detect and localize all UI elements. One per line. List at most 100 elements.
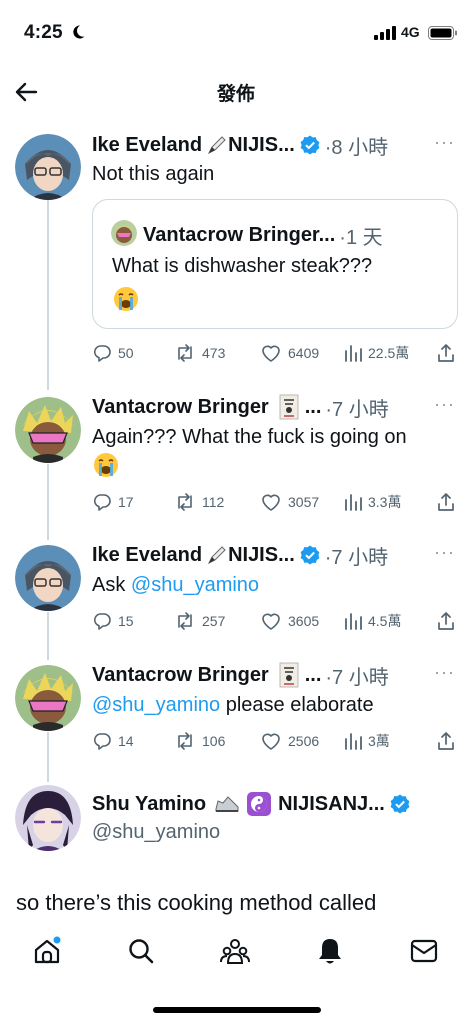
like-button[interactable]: 2506	[260, 731, 344, 751]
like-button[interactable]: 6409	[260, 343, 344, 363]
views-button[interactable]: 3.3萬	[344, 492, 436, 512]
share-icon	[438, 732, 454, 750]
retweet-icon	[178, 732, 192, 750]
reply-count: 15	[118, 613, 134, 629]
like-button[interactable]: 3057	[260, 492, 344, 512]
author-name[interactable]: Ike Eveland	[92, 544, 202, 567]
like-button[interactable]: 3605	[260, 611, 344, 631]
avatar[interactable]	[15, 397, 81, 463]
tweet-text-prefix: Ask	[92, 574, 131, 596]
avatar[interactable]	[15, 545, 81, 611]
reply-button[interactable]: 15	[92, 611, 174, 631]
reply-icon	[93, 345, 111, 362]
retweet-count: 112	[202, 494, 225, 510]
like-count: 6409	[288, 345, 320, 361]
share-icon	[438, 612, 454, 630]
share-button[interactable]	[436, 492, 462, 512]
author-name[interactable]: Vantacrow Bringer	[92, 396, 269, 419]
pen-emoji-icon	[206, 544, 228, 566]
tweet-time: ·7 小時	[325, 398, 389, 421]
quote-time: ·1 天	[339, 227, 383, 249]
signal-icon	[374, 26, 396, 45]
messages-tab[interactable]	[408, 935, 440, 967]
thread-connector	[47, 612, 49, 660]
tweet-text: Ask @shu_yamino	[92, 570, 259, 600]
verified-badge-icon	[389, 793, 411, 815]
more-dots-icon[interactable]: ···	[434, 662, 455, 683]
view-count: 3.3萬	[368, 494, 402, 510]
avatar[interactable]	[15, 134, 81, 200]
home-icon	[34, 936, 61, 964]
communities-tab[interactable]	[219, 935, 251, 967]
moon-icon	[70, 24, 86, 45]
tweet-time: ·7 小時	[324, 546, 389, 569]
thread-connector	[47, 464, 49, 540]
author-name-suffix: ...	[304, 395, 322, 418]
heart-icon	[262, 733, 280, 750]
retweet-button[interactable]: 106	[174, 731, 260, 751]
thread-connector	[47, 200, 49, 390]
main-post-text: so there’s this cooking method called	[16, 890, 377, 915]
share-button[interactable]	[436, 343, 462, 363]
reply-icon	[93, 733, 111, 750]
network-type: 4G	[401, 24, 420, 40]
tweet-text: Not this again	[92, 163, 215, 185]
retweet-button[interactable]: 112	[174, 492, 260, 512]
view-count: 22.5萬	[368, 345, 410, 361]
status-time: 4:25	[24, 22, 63, 43]
mention-link[interactable]: @shu_yamino	[92, 694, 220, 716]
views-button[interactable]: 22.5萬	[344, 343, 436, 363]
author-name-suffix: NIJIS...	[228, 543, 295, 566]
author-name[interactable]: Vantacrow Bringer	[92, 664, 269, 687]
reply-icon	[93, 494, 111, 511]
tweet-actions: 14 106 2506 3萬	[92, 728, 462, 754]
more-dots-icon[interactable]: ···	[434, 542, 455, 563]
thread-connector	[47, 732, 49, 782]
communities-icon	[220, 939, 250, 964]
retweet-button[interactable]: 257	[174, 611, 260, 631]
more-dots-icon[interactable]: ···	[434, 394, 455, 415]
like-count: 3605	[288, 613, 320, 629]
heart-icon	[262, 494, 280, 511]
tweet-header: Ike Eveland NIJIS... ·8 小時	[92, 132, 389, 159]
quoted-tweet[interactable]: Vantacrow Bringer... ·1 天 What is dishwa…	[92, 199, 458, 329]
reply-button[interactable]: 17	[92, 492, 174, 512]
sticker-emoji-icon	[277, 394, 301, 420]
crying-emoji-icon	[93, 452, 119, 483]
author-handle[interactable]: @shu_yamino	[92, 817, 220, 847]
avatar[interactable]	[15, 665, 81, 731]
tweet-actions: 17 112 3057 3.3萬	[92, 489, 462, 515]
verified-badge-icon	[299, 544, 321, 566]
notifications-tab[interactable]	[314, 935, 346, 967]
mail-icon	[410, 939, 438, 963]
reply-count: 17	[118, 494, 134, 510]
reply-count: 50	[118, 345, 134, 361]
avatar[interactable]	[15, 785, 81, 851]
retweet-count: 473	[202, 345, 226, 361]
retweet-icon	[178, 612, 192, 630]
author-name[interactable]: Shu Yamino	[92, 793, 206, 816]
tweet-actions: 50 473 6409 22.5萬	[92, 340, 462, 366]
share-button[interactable]	[436, 611, 462, 631]
view-count: 4.5萬	[368, 613, 402, 629]
reply-button[interactable]: 14	[92, 731, 174, 751]
home-tab[interactable]	[31, 935, 63, 967]
more-dots-icon[interactable]: ···	[434, 132, 455, 153]
share-button[interactable]	[436, 731, 462, 751]
author-name-suffix: ...	[304, 663, 322, 686]
search-tab[interactable]	[125, 935, 157, 967]
author-name[interactable]: Ike Eveland	[92, 134, 202, 157]
views-button[interactable]: 4.5萬	[344, 611, 436, 631]
retweet-count: 106	[202, 733, 226, 749]
retweet-button[interactable]: 473	[174, 343, 260, 363]
tweet-time: ·8 小時	[324, 136, 389, 159]
shoe-emoji-icon	[214, 793, 240, 815]
share-icon	[438, 493, 454, 511]
tweet-time: ·7 小時	[325, 666, 389, 689]
tweet-header: Vantacrow Bringer ... ·7 小時	[92, 662, 389, 689]
tweet-header: Vantacrow Bringer ... ·7 小時	[92, 394, 389, 421]
mention-link[interactable]: @shu_yamino	[131, 574, 259, 596]
tweet-header: Ike Eveland NIJIS... ·7 小時	[92, 542, 389, 569]
reply-button[interactable]: 50	[92, 343, 174, 363]
views-button[interactable]: 3萬	[344, 731, 436, 751]
